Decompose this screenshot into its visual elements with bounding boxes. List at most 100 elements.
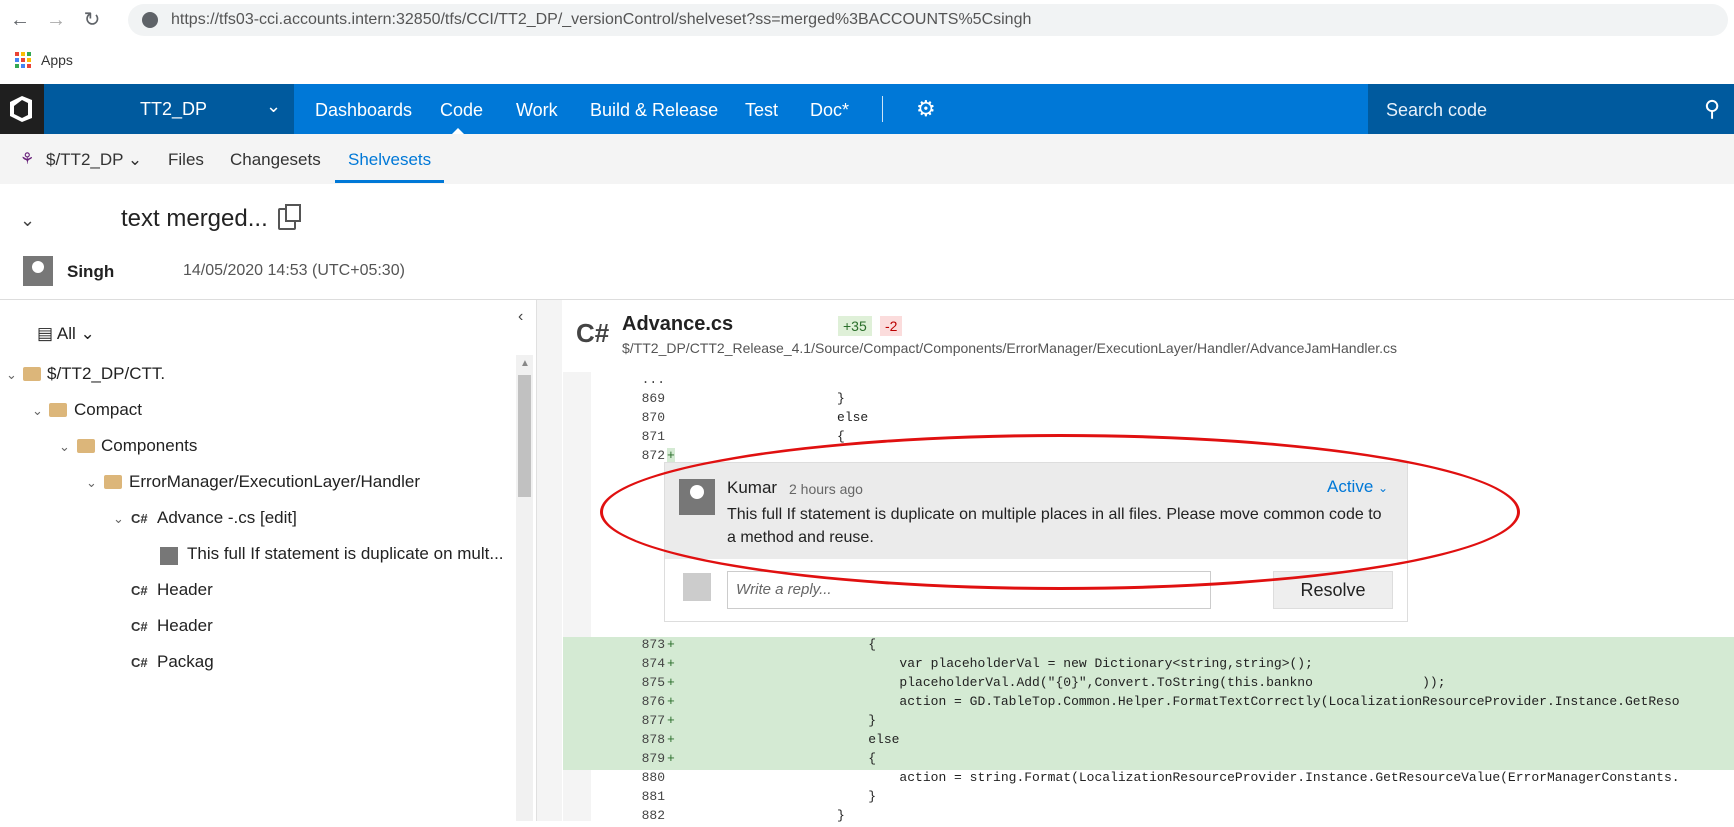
file-name: Advance.cs: [622, 313, 734, 335]
code-line: 880 action = string.Format(LocalizationR…: [641, 770, 1680, 785]
folder-icon: [104, 475, 122, 489]
repo-label: $/TT2_DP: [46, 150, 124, 169]
reload-icon[interactable]: ↻: [80, 8, 104, 32]
lines-added-badge: +35: [838, 316, 872, 336]
comment-filter[interactable]: ▤ All ⌄: [37, 324, 95, 344]
forward-icon[interactable]: →: [44, 8, 68, 32]
collapse-panel-icon[interactable]: ‹: [518, 308, 523, 326]
csharp-file-icon: C#: [576, 318, 610, 348]
tree-item[interactable]: Compact: [74, 400, 142, 420]
tree-item[interactable]: Header: [157, 616, 213, 636]
tree-item[interactable]: $/TT2_DP/CTT.: [47, 364, 165, 384]
author-name: Singh: [67, 262, 115, 281]
tab-shelvesets[interactable]: Shelvesets: [348, 150, 431, 170]
search-input[interactable]: Search code: [1386, 100, 1487, 121]
chevron-down-icon[interactable]: ⌄: [86, 475, 97, 491]
code-line: ...: [641, 372, 665, 387]
comment-time: 2 hours ago: [789, 481, 863, 497]
nav-test[interactable]: Test: [745, 100, 778, 121]
nav-code[interactable]: Code: [440, 100, 483, 121]
repo-selector[interactable]: $/TT2_DP ⌄: [46, 150, 142, 170]
code-line-added: 877 + }: [563, 713, 1734, 732]
tree-item[interactable]: Components: [101, 436, 197, 456]
code-line-added: 875 + placeholderVal.Add("{0}",Convert.To…: [563, 675, 1734, 694]
tree-item[interactable]: Header: [157, 580, 213, 600]
shelveset-date: 14/05/2020 14:53 (UTC+05:30): [183, 262, 405, 279]
code-line-added: 879 + {: [563, 751, 1734, 770]
top-navigation-bar: TT2_DP ⌄ Dashboards Code Work Build & Re…: [0, 84, 1734, 134]
chevron-down-icon: ⌄: [1378, 481, 1389, 495]
project-selector[interactable]: TT2_DP ⌄: [44, 84, 294, 134]
comment-avatar-icon: [160, 547, 178, 565]
tree-item[interactable]: ErrorManager/ExecutionLayer/Handler: [129, 472, 420, 492]
address-bar[interactable]: https://tfs03-cci.accounts.intern:32850/…: [128, 4, 1728, 36]
chevron-down-icon[interactable]: ⌄: [59, 439, 70, 455]
avatar: [683, 573, 711, 601]
chevron-down-icon: ⌄: [266, 96, 282, 116]
folder-icon: [77, 439, 95, 453]
filter-label: All: [56, 324, 76, 343]
code-line-added: 874 + var placeholderVal = new Dictionary…: [563, 656, 1734, 675]
nav-build-release[interactable]: Build & Release: [590, 100, 718, 121]
bookmarks-bar: Apps: [0, 38, 1734, 84]
repo-icon: ⚘: [20, 151, 35, 168]
code-line: 871 {: [641, 429, 845, 444]
tab-files[interactable]: Files: [168, 150, 204, 170]
lines-removed-badge: -2: [880, 316, 903, 336]
csharp-file-icon: C#: [131, 583, 148, 598]
code-line: 869 }: [641, 391, 845, 406]
comment-thread: Kumar 2 hours ago Active ⌄ This full If …: [664, 462, 1408, 622]
gear-icon[interactable]: ⚙: [916, 96, 936, 122]
scroll-up-icon[interactable]: ▲: [520, 358, 530, 369]
comment-text: This full If statement is duplicate on m…: [727, 506, 1382, 546]
chevron-down-icon[interactable]: ⌄: [32, 403, 43, 419]
scrollbar-thumb[interactable]: [518, 375, 531, 497]
csharp-file-icon: C#: [131, 619, 148, 634]
apps-grid-icon[interactable]: [15, 52, 31, 68]
code-line: 870 else: [641, 410, 869, 425]
chevron-down-icon[interactable]: ⌄: [20, 210, 35, 231]
avatar: [679, 479, 715, 515]
chevron-down-icon[interactable]: ⌄: [6, 367, 17, 383]
file-tree-panel: ‹ ▤ All ⌄ ⌄ $/TT2_DP/CTT. ⌄ Compact ⌄ Co…: [0, 300, 536, 821]
reply-input[interactable]: Write a reply...: [727, 571, 1211, 609]
url-text: https://tfs03-cci.accounts.intern:32850/…: [171, 11, 1032, 28]
folder-icon: [23, 367, 41, 381]
search-icon[interactable]: ⚲: [1704, 96, 1720, 122]
folder-icon: [49, 403, 67, 417]
nav-divider: [882, 96, 883, 122]
code-line-added: 873 + {: [563, 637, 1734, 656]
project-name: TT2_DP: [140, 99, 208, 119]
search-code-box[interactable]: Search code ⚲: [1368, 84, 1734, 134]
comment-author: Kumar: [727, 478, 778, 497]
thread-status-dropdown[interactable]: Active ⌄: [1327, 477, 1388, 497]
code-line: 881 }: [641, 789, 877, 804]
nav-doc[interactable]: Doc*: [810, 100, 849, 121]
csharp-file-icon: C#: [131, 655, 148, 670]
nav-dashboards[interactable]: Dashboards: [315, 100, 412, 121]
back-icon[interactable]: ←: [8, 8, 32, 32]
comment: Kumar 2 hours ago Active ⌄ This full If …: [665, 463, 1407, 559]
nav-work[interactable]: Work: [516, 100, 558, 121]
csharp-file-icon: C#: [131, 511, 148, 526]
code-subnav: ⚘ $/TT2_DP ⌄ Files Changesets Shelvesets: [0, 134, 1734, 184]
panel-splitter[interactable]: [536, 300, 562, 821]
shelveset-title: text merged...: [121, 205, 268, 232]
tab-changesets[interactable]: Changesets: [230, 150, 321, 170]
tree-item[interactable]: Advance -.cs [edit]: [157, 508, 297, 528]
chevron-down-icon[interactable]: ⌄: [113, 511, 124, 527]
avatar: [23, 256, 53, 286]
file-path: $/TT2_DP/CTT2_Release_4.1/Source/Compact…: [622, 340, 1398, 356]
code-line-added: 878 + else: [563, 732, 1734, 751]
apps-bookmark[interactable]: Apps: [41, 52, 73, 68]
browser-toolbar: ← → ↻ https://tfs03-cci.accounts.intern:…: [0, 0, 1734, 38]
status-label: Active: [1327, 477, 1374, 496]
resolve-button[interactable]: Resolve: [1273, 571, 1393, 609]
active-tab-indicator: [335, 180, 444, 183]
vsts-logo-icon[interactable]: [0, 84, 44, 134]
site-info-icon[interactable]: [142, 12, 158, 28]
tree-item-comment[interactable]: This full If statement is duplicate on m…: [187, 544, 504, 564]
copy-icon[interactable]: [278, 204, 301, 230]
tree-item[interactable]: Packag: [157, 652, 214, 672]
code-line-added: 876 + action = GD.TableTop.Common.Helper.…: [563, 694, 1734, 713]
